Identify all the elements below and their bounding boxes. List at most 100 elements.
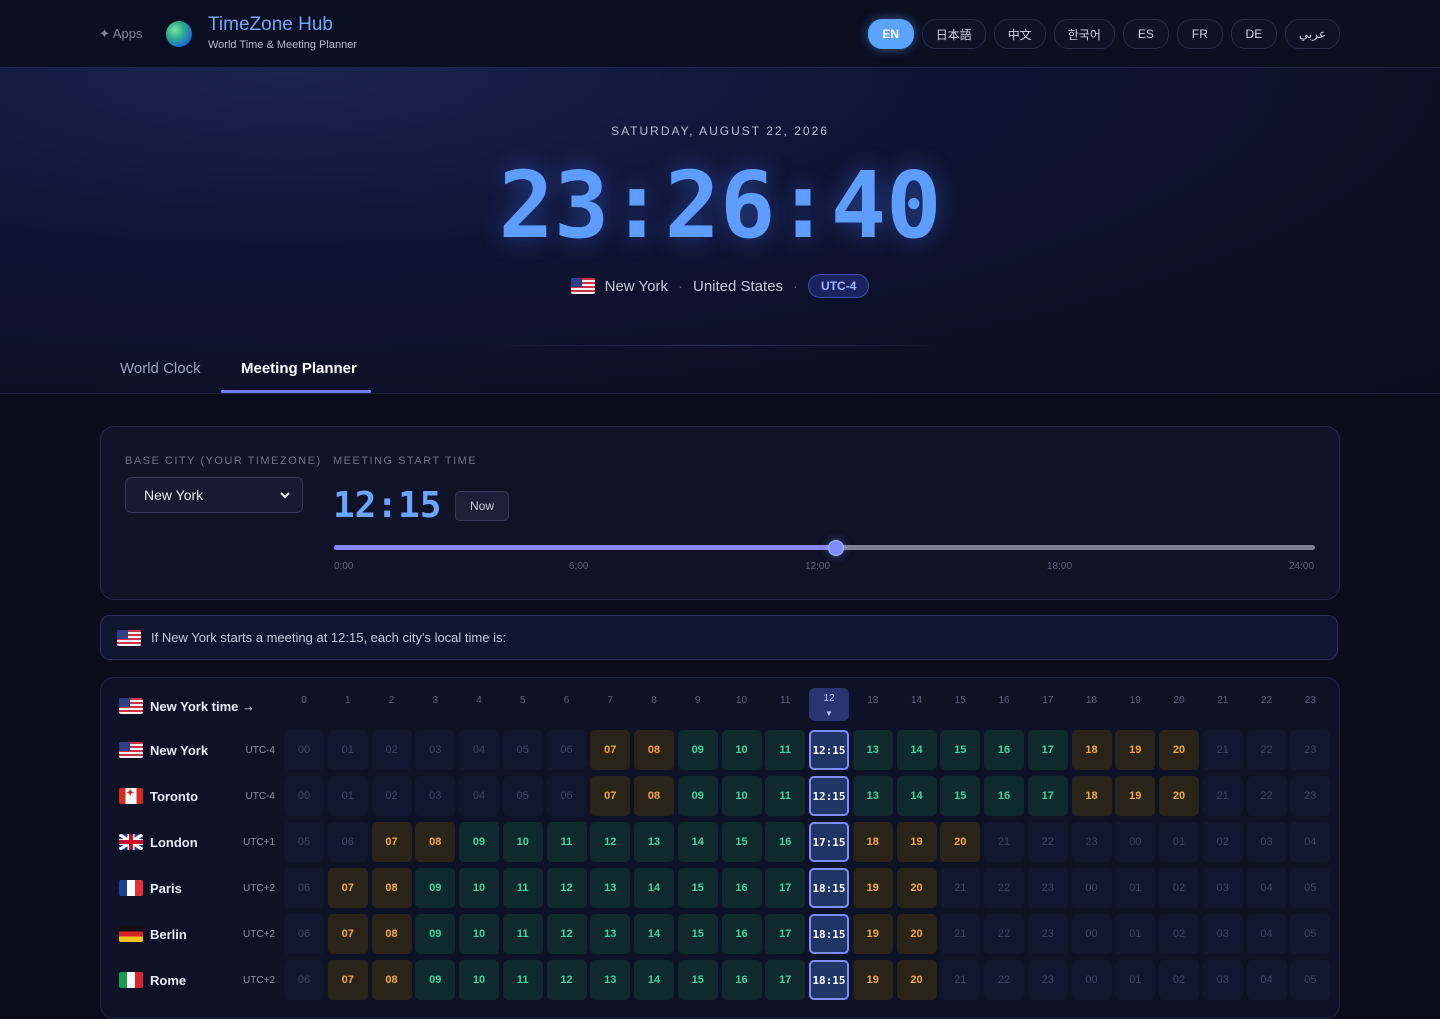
hour-cell[interactable]: 21: [940, 960, 981, 1000]
hour-cell[interactable]: 14: [896, 776, 937, 816]
language-option[interactable]: ES: [1122, 19, 1169, 49]
hour-cell[interactable]: 11: [765, 730, 806, 770]
hour-cell[interactable]: 06: [327, 822, 368, 862]
hour-cell[interactable]: 01: [1115, 914, 1156, 954]
hour-cell[interactable]: 11: [502, 868, 543, 908]
hour-cell[interactable]: 21: [940, 914, 981, 954]
hour-cell[interactable]: 14: [677, 822, 718, 862]
hour-cell[interactable]: 21: [940, 868, 981, 908]
hour-cell[interactable]: 21: [1202, 776, 1243, 816]
hour-cell[interactable]: 08: [634, 730, 674, 770]
hour-cell[interactable]: 13: [634, 822, 674, 862]
hour-cell[interactable]: 15: [677, 960, 718, 1000]
hour-cell[interactable]: 08: [634, 776, 674, 816]
hour-cell[interactable]: 19: [852, 914, 893, 954]
hour-cell[interactable]: 18:15: [809, 960, 849, 1000]
hour-cell[interactable]: 23: [1027, 914, 1068, 954]
hour-cell[interactable]: 20: [896, 914, 937, 954]
hour-cell[interactable]: 14: [896, 730, 937, 770]
hour-cell[interactable]: 05: [1290, 868, 1331, 908]
hour-cell[interactable]: 17: [765, 960, 806, 1000]
hour-cell[interactable]: 00: [1071, 868, 1112, 908]
hour-cell[interactable]: 10: [721, 776, 762, 816]
hour-cell[interactable]: 12:15: [809, 730, 849, 770]
hour-cell[interactable]: 16: [721, 914, 762, 954]
hour-cell[interactable]: 02: [371, 776, 412, 816]
hour-cell[interactable]: 04: [459, 730, 499, 770]
hour-cell[interactable]: 17: [1027, 776, 1068, 816]
hour-cell[interactable]: 02: [371, 730, 412, 770]
hour-cell[interactable]: 14: [634, 960, 674, 1000]
time-slider[interactable]: [334, 540, 1315, 556]
hour-cell[interactable]: 17: [765, 914, 806, 954]
hour-cell[interactable]: 09: [677, 776, 718, 816]
base-city-select[interactable]: New York: [125, 477, 303, 513]
hour-cell[interactable]: 17: [765, 868, 806, 908]
hour-cell[interactable]: 13: [852, 730, 893, 770]
hour-cell[interactable]: 07: [327, 868, 368, 908]
language-option[interactable]: 中文: [993, 19, 1046, 49]
hour-cell[interactable]: 01: [1115, 960, 1156, 1000]
hour-cell[interactable]: 16: [721, 868, 762, 908]
hour-cell[interactable]: 19: [852, 868, 893, 908]
hour-cell[interactable]: 23: [1071, 822, 1112, 862]
hour-cell[interactable]: 10: [459, 868, 499, 908]
hour-cell[interactable]: 07: [590, 776, 631, 816]
hour-cell[interactable]: 16: [984, 776, 1024, 816]
hour-cell[interactable]: 03: [415, 776, 456, 816]
hour-cell[interactable]: 20: [896, 868, 937, 908]
hour-cell[interactable]: 19: [852, 960, 893, 1000]
hour-cell[interactable]: 12: [546, 960, 587, 1000]
hour-cell[interactable]: 04: [1246, 868, 1287, 908]
language-option[interactable]: DE: [1230, 19, 1277, 49]
hour-cell[interactable]: 08: [415, 822, 456, 862]
hour-cell[interactable]: 02: [1159, 960, 1199, 1000]
hour-cell[interactable]: 07: [327, 960, 368, 1000]
hour-cell[interactable]: 22: [984, 914, 1024, 954]
hour-cell[interactable]: 03: [1246, 822, 1287, 862]
hour-cell[interactable]: 23: [1290, 730, 1331, 770]
hour-cell[interactable]: 02: [1159, 914, 1199, 954]
hour-cell[interactable]: 00: [1071, 914, 1112, 954]
hour-cell[interactable]: 11: [502, 960, 543, 1000]
now-button[interactable]: Now: [455, 491, 509, 521]
hour-cell[interactable]: 16: [721, 960, 762, 1000]
hour-cell[interactable]: 20: [1159, 730, 1199, 770]
hour-cell[interactable]: 18:15: [809, 914, 849, 954]
hour-cell[interactable]: 22: [984, 960, 1024, 1000]
hour-cell[interactable]: 06: [284, 960, 324, 1000]
hour-cell[interactable]: 23: [1290, 776, 1331, 816]
language-option[interactable]: 日本語: [921, 19, 986, 49]
hour-cell[interactable]: 13: [852, 776, 893, 816]
hour-cell[interactable]: 07: [590, 730, 631, 770]
hour-cell[interactable]: 10: [721, 730, 762, 770]
hour-cell[interactable]: 00: [1071, 960, 1112, 1000]
hour-cell[interactable]: 09: [459, 822, 499, 862]
hour-cell[interactable]: 06: [546, 730, 587, 770]
hour-cell[interactable]: 13: [590, 868, 631, 908]
hour-cell[interactable]: 22: [984, 868, 1024, 908]
hour-cell[interactable]: 22: [1027, 822, 1068, 862]
hour-cell[interactable]: 20: [1159, 776, 1199, 816]
hour-cell[interactable]: 09: [415, 868, 456, 908]
hour-cell[interactable]: 03: [1202, 868, 1243, 908]
hour-cell[interactable]: 22: [1246, 730, 1287, 770]
hour-cell[interactable]: 23: [1027, 960, 1068, 1000]
language-option[interactable]: EN: [867, 19, 914, 49]
language-option[interactable]: عربي: [1284, 19, 1340, 49]
hour-cell[interactable]: 03: [1202, 914, 1243, 954]
hour-cell[interactable]: 23: [1027, 868, 1068, 908]
hour-cell[interactable]: 12: [546, 868, 587, 908]
hour-cell[interactable]: 05: [502, 730, 543, 770]
hour-cell[interactable]: 00: [284, 776, 324, 816]
hour-cell[interactable]: 06: [284, 914, 324, 954]
hour-cell[interactable]: 03: [415, 730, 456, 770]
hour-cell[interactable]: 11: [502, 914, 543, 954]
hour-cell[interactable]: 12:15: [809, 776, 849, 816]
tab-meeting-planner[interactable]: Meeting Planner: [241, 360, 357, 377]
hour-cell[interactable]: 08: [371, 914, 412, 954]
brand-title[interactable]: TimeZone Hub: [208, 14, 333, 36]
hour-cell[interactable]: 00: [284, 730, 324, 770]
hour-cell[interactable]: 11: [546, 822, 587, 862]
hour-cell[interactable]: 15: [677, 868, 718, 908]
